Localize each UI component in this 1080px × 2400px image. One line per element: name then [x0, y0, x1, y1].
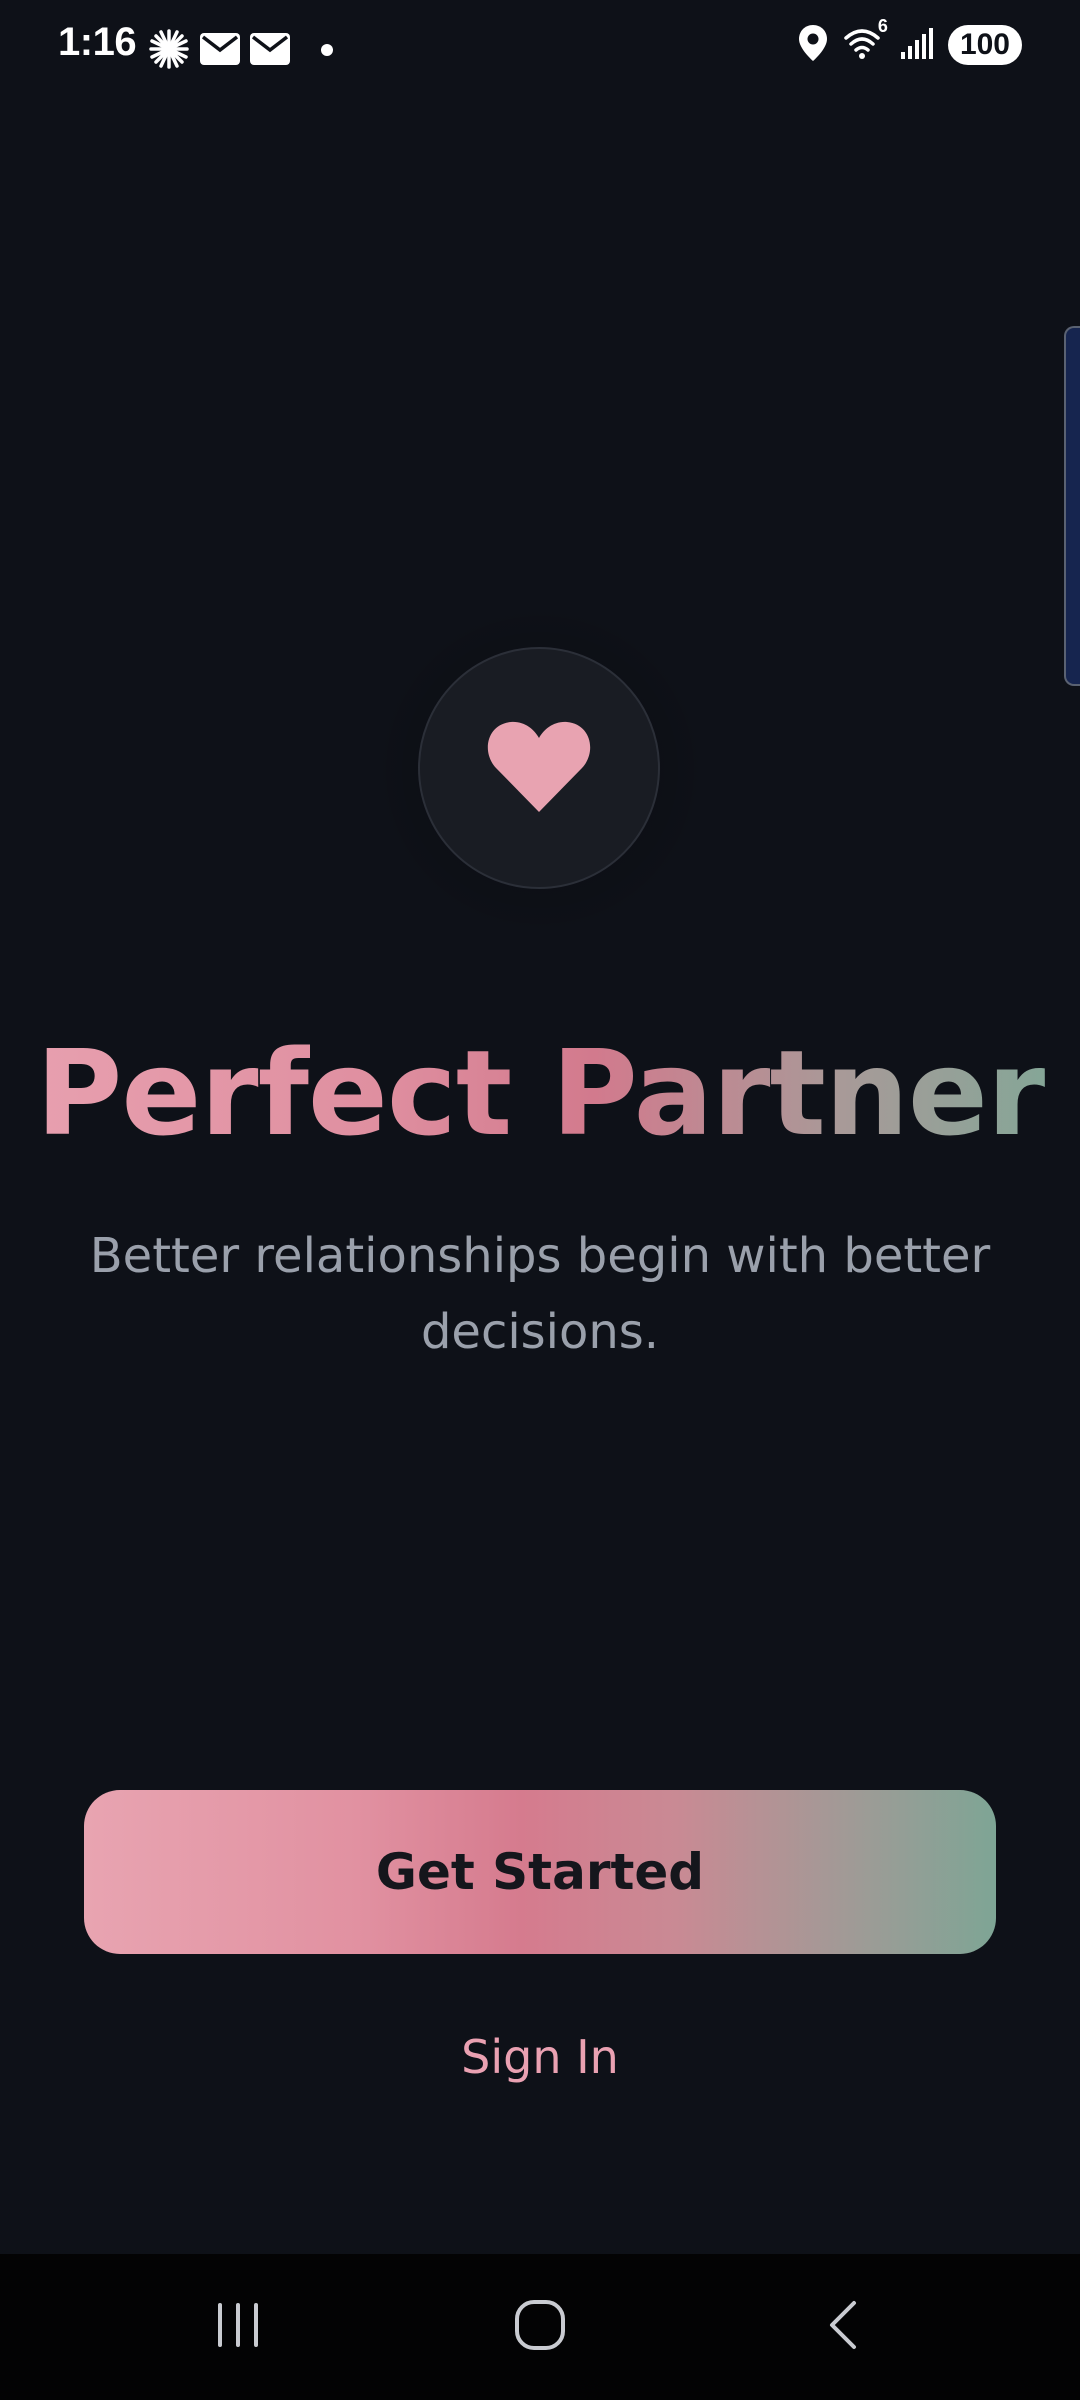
recents-icon — [213, 2301, 263, 2353]
heart-icon — [487, 718, 591, 818]
get-started-button[interactable]: Get Started — [84, 1790, 996, 1954]
sign-in-link[interactable]: Sign In — [0, 2030, 1080, 2084]
get-started-label: Get Started — [375, 1843, 705, 1901]
location-icon — [798, 24, 828, 66]
signal-icon — [900, 26, 934, 64]
asterisk-icon — [148, 28, 190, 74]
battery-indicator: 100 — [947, 25, 1022, 65]
notification-icons — [148, 28, 334, 74]
status-bar: 1:16 6 100 — [0, 0, 1080, 96]
back-icon — [824, 2299, 860, 2355]
back-button[interactable] — [742, 2254, 942, 2400]
wifi-icon: 6 — [842, 16, 888, 66]
app-title: Perfect Partner — [0, 1028, 1080, 1158]
recents-button[interactable] — [138, 2254, 338, 2400]
wifi-badge: 6 — [877, 16, 888, 36]
navigation-bar — [0, 2254, 1080, 2400]
dot-icon — [320, 42, 334, 61]
mail-icon — [200, 33, 240, 69]
system-icons: 6 100 — [798, 16, 1022, 66]
home-icon — [514, 2299, 566, 2355]
welcome-screen: 1:16 6 100 Perfect Partner Better relati… — [0, 0, 1080, 2400]
mail-icon — [250, 33, 290, 69]
tagline: Better relationships begin with better d… — [89, 1228, 991, 1360]
home-button[interactable] — [440, 2254, 640, 2400]
status-time: 1:16 — [58, 20, 137, 64]
edge-panel-handle[interactable] — [1064, 326, 1080, 686]
app-logo — [418, 647, 660, 889]
